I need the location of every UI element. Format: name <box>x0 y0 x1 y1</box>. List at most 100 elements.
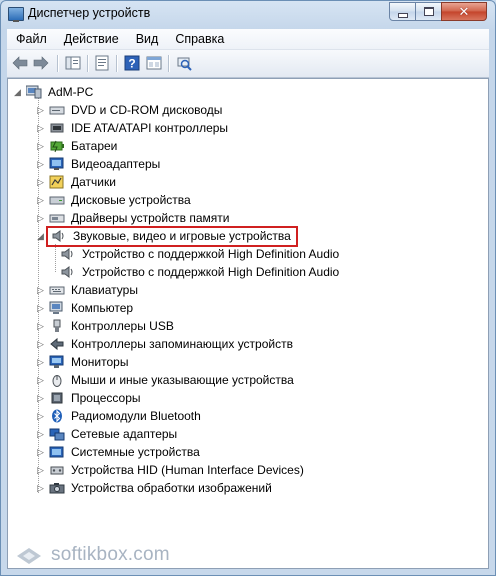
title-bar[interactable]: Диспетчер устройств ✕ <box>1 1 495 29</box>
minimize-button[interactable] <box>389 2 416 21</box>
expand-arrow-icon[interactable]: ▷ <box>36 285 45 295</box>
expand-arrow-icon[interactable]: ▷ <box>36 429 45 439</box>
tree-category-battery[interactable]: ▷ Батареи <box>36 137 119 155</box>
back-button[interactable] <box>11 54 29 72</box>
view-button[interactable] <box>145 54 163 72</box>
tree-category-sensors[interactable]: ▷ Датчики <box>36 173 118 191</box>
menu-view[interactable]: Вид <box>128 32 167 46</box>
toolbar: ? <box>7 50 489 78</box>
show-hide-tree-button[interactable] <box>64 54 82 72</box>
forward-arrow-icon <box>33 56 49 70</box>
category-label: Звуковые, видео и игровые устройства <box>73 229 291 243</box>
tree-category-network[interactable]: ▷ Сетевые адаптеры <box>36 425 179 443</box>
keyboard-icon <box>49 283 65 297</box>
tree-category-sound-video-game[interactable]: ◢ Звуковые, видео и игровые устройства <box>36 225 298 247</box>
tree-category-ide[interactable]: ▷ IDE ATA/ATAPI контроллеры <box>36 119 230 137</box>
category-label: Видеоадаптеры <box>71 157 161 171</box>
expand-arrow-icon[interactable]: ▷ <box>36 105 45 115</box>
tree-category-storage-controllers[interactable]: ▷ Контроллеры запоминающих устройств <box>36 335 295 353</box>
expand-arrow-icon[interactable]: ▷ <box>36 195 45 205</box>
expand-arrow-icon[interactable]: ▷ <box>36 375 45 385</box>
expand-arrow-icon[interactable]: ▷ <box>36 303 45 313</box>
category-label: Процессоры <box>71 391 141 405</box>
ide-controller-icon <box>49 121 65 135</box>
tree-category-usb[interactable]: ▷ Контроллеры USB <box>36 317 176 335</box>
category-label: Компьютер <box>71 301 134 315</box>
expand-arrow-icon[interactable]: ▷ <box>36 321 45 331</box>
menu-file[interactable]: Файл <box>8 32 55 46</box>
bluetooth-icon <box>49 409 65 423</box>
maximize-button[interactable] <box>415 2 442 21</box>
tree-device-hd-audio-1[interactable]: Устройство с поддержкой High Definition … <box>60 245 341 263</box>
tree-category-keyboards[interactable]: ▷ Клавиатуры <box>36 281 140 299</box>
mouse-icon <box>49 373 65 387</box>
computer-icon <box>49 301 65 315</box>
category-label: Датчики <box>71 175 116 189</box>
collapse-arrow-icon[interactable]: ◢ <box>13 87 22 97</box>
device-label: Устройство с поддержкой High Definition … <box>82 265 340 279</box>
category-label: Дисковые устройства <box>71 193 191 207</box>
expand-arrow-icon[interactable]: ▷ <box>36 393 45 403</box>
monitor-icon <box>49 355 65 369</box>
help-button[interactable]: ? <box>123 54 141 72</box>
expand-arrow-icon[interactable]: ▷ <box>36 447 45 457</box>
expand-arrow-icon[interactable]: ▷ <box>36 159 45 169</box>
svg-text:?: ? <box>128 57 135 71</box>
watermark: softikbox.com <box>15 541 170 569</box>
tree-category-system-devices[interactable]: ▷ Системные устройства <box>36 443 202 461</box>
expand-arrow-icon[interactable]: ▷ <box>36 465 45 475</box>
category-label: DVD и CD-ROM дисководы <box>71 103 223 117</box>
tree-category-mice[interactable]: ▷ Мыши и иные указывающие устройства <box>36 371 296 389</box>
category-label: Устройства HID (Human Interface Devices) <box>71 463 304 477</box>
tree-category-processors[interactable]: ▷ Процессоры <box>36 389 143 407</box>
menu-help[interactable]: Справка <box>167 32 232 46</box>
tree-category-disks[interactable]: ▷ Дисковые устройства <box>36 191 193 209</box>
tree-category-bluetooth[interactable]: ▷ Радиомодули Bluetooth <box>36 407 203 425</box>
show-hide-tree-icon <box>65 56 81 70</box>
hid-icon <box>49 463 65 477</box>
processor-icon <box>49 391 65 405</box>
tree-category-computer[interactable]: ▷ Компьютер <box>36 299 135 317</box>
computer-root-icon <box>25 85 42 99</box>
battery-icon <box>49 139 65 153</box>
properties-button[interactable] <box>93 54 111 72</box>
minimize-icon <box>397 12 408 18</box>
category-label: Системные устройства <box>71 445 200 459</box>
tree-category-dvd[interactable]: ▷ DVD и CD-ROM дисководы <box>36 101 224 119</box>
expand-arrow-icon[interactable]: ▷ <box>36 123 45 133</box>
tree-category-video[interactable]: ▷ Видеоадаптеры <box>36 155 162 173</box>
menu-bar: Файл Действие Вид Справка <box>7 29 489 50</box>
forward-button[interactable] <box>32 54 50 72</box>
expand-arrow-icon[interactable]: ▷ <box>36 411 45 421</box>
tree-category-hid[interactable]: ▷ Устройства HID (Human Interface Device… <box>36 461 306 479</box>
tree-category-monitors[interactable]: ▷ Мониторы <box>36 353 130 371</box>
close-icon: ✕ <box>458 4 470 19</box>
category-label: Сетевые адаптеры <box>71 427 178 441</box>
speaker-icon <box>60 247 76 261</box>
expand-arrow-icon[interactable]: ▷ <box>36 213 45 223</box>
device-tree[interactable]: ◢ AdM-PC ▷ DVD и CD-ROM дисководы ▷ IDE … <box>7 78 489 569</box>
expand-arrow-icon[interactable]: ▷ <box>36 483 45 493</box>
category-label: IDE ATA/ATAPI контроллеры <box>71 121 229 135</box>
expand-arrow-icon[interactable]: ▷ <box>36 177 45 187</box>
collapse-arrow-icon[interactable]: ◢ <box>36 231 45 241</box>
scan-hardware-button[interactable] <box>175 54 193 72</box>
storage-controller-icon <box>49 337 65 351</box>
tree-category-imaging[interactable]: ▷ Устройства обработки изображений <box>36 479 274 497</box>
category-label: Батареи <box>71 139 118 153</box>
expand-arrow-icon[interactable]: ▷ <box>36 339 45 349</box>
menu-action[interactable]: Действие <box>56 32 127 46</box>
close-button[interactable]: ✕ <box>441 2 487 21</box>
tree-device-hd-audio-2[interactable]: Устройство с поддержкой High Definition … <box>60 263 341 281</box>
category-label: Контроллеры USB <box>71 319 174 333</box>
device-manager-window: Диспетчер устройств ✕ Файл Действие Вид … <box>0 0 496 576</box>
speaker-icon <box>51 229 67 243</box>
expand-arrow-icon[interactable]: ▷ <box>36 141 45 151</box>
display-adapter-icon <box>49 157 65 171</box>
computer-name: AdM-PC <box>48 85 94 99</box>
tree-root[interactable]: ◢ AdM-PC <box>13 83 95 101</box>
expand-arrow-icon[interactable]: ▷ <box>36 357 45 367</box>
watermark-text: softikbox.com <box>51 544 170 565</box>
device-label: Устройство с поддержкой High Definition … <box>82 247 340 261</box>
tree-category-memory-drivers[interactable]: ▷ Драйверы устройств памяти <box>36 209 231 227</box>
